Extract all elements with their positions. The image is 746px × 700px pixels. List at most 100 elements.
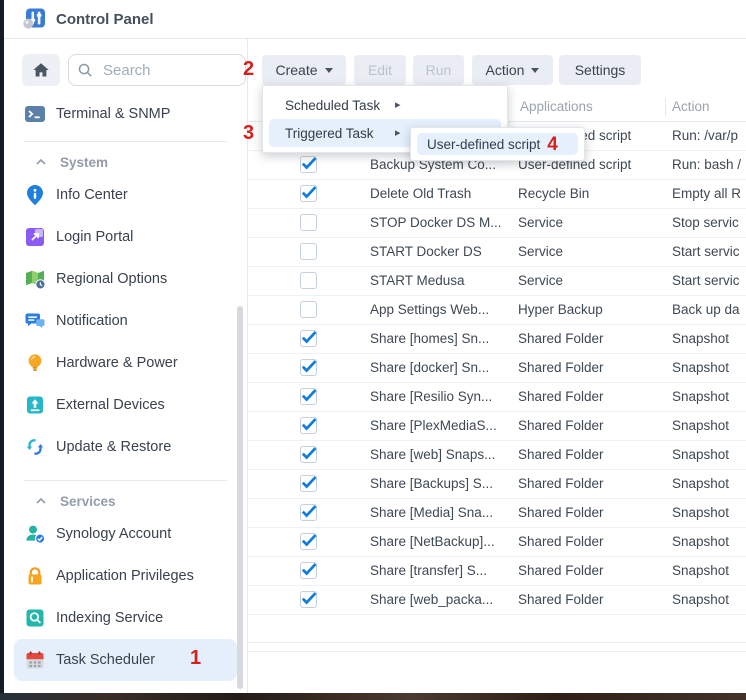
sidebar-item-task-scheduler[interactable]: Task Scheduler (14, 639, 237, 681)
run-button[interactable]: Run (413, 55, 464, 85)
table-row[interactable]: Share [Media] Sna...Shared FolderSnapsho… (248, 499, 746, 528)
table-row[interactable]: Share [web_packa...Shared FolderSnapshot (248, 586, 746, 615)
hardware-power-icon (24, 352, 46, 374)
action-button[interactable]: Action (472, 55, 553, 85)
check-icon (300, 415, 318, 433)
action-cell: Snapshot (672, 563, 729, 578)
desktop-edge-bottom (0, 693, 746, 700)
row-checkbox[interactable] (300, 330, 317, 347)
action-cell: Snapshot (672, 476, 729, 491)
create-button[interactable]: Create (262, 55, 346, 85)
row-checkbox[interactable] (300, 504, 317, 521)
search-box[interactable] (68, 54, 246, 86)
row-checkbox[interactable] (300, 359, 317, 376)
home-button[interactable] (22, 54, 60, 86)
sidebar-divider (24, 480, 227, 481)
table-row[interactable]: Share [NetBackup]...Shared FolderSnapsho… (248, 528, 746, 557)
table-row[interactable]: Share [Backups] S...Shared FolderSnapsho… (248, 470, 746, 499)
control-panel-icon (22, 7, 46, 31)
sidebar-scrollbar[interactable] (237, 306, 243, 689)
sidebar-item-login-portal[interactable]: Login Portal (14, 216, 237, 258)
row-checkbox[interactable] (300, 533, 317, 550)
check-icon (300, 386, 318, 404)
task-name-cell: Share [docker] Sn... (370, 360, 489, 375)
task-name-cell: START Medusa (370, 273, 465, 288)
row-checkbox[interactable] (300, 388, 317, 405)
table-row[interactable]: STOP Docker DS M...ServiceStop servic (248, 209, 746, 238)
table-row[interactable]: START Docker DSServiceStart servic (248, 238, 746, 267)
application-cell: Service (518, 244, 563, 259)
table-row[interactable]: Share [transfer] S...Shared FolderSnapsh… (248, 557, 746, 586)
table-row[interactable]: START MedusaServiceStart servic (248, 267, 746, 296)
row-checkbox[interactable] (300, 446, 317, 463)
application-cell: Service (518, 273, 563, 288)
sidebar-item-update-restore[interactable]: Update & Restore (14, 426, 237, 468)
menu-item-scheduled-task[interactable]: Scheduled Task▸ (269, 91, 501, 119)
task-name-cell: App Settings Web... (370, 302, 489, 317)
table-row[interactable]: Share [homes] Sn...Shared FolderSnapshot (248, 325, 746, 354)
task-name-cell: STOP Docker DS M... (370, 215, 502, 230)
application-cell: Shared Folder (518, 447, 604, 462)
action-cell: Stop servic (672, 215, 739, 230)
search-input[interactable] (101, 61, 225, 80)
application-cell: Shared Folder (518, 476, 604, 491)
application-cell: Shared Folder (518, 592, 604, 607)
row-checkbox[interactable] (300, 185, 317, 202)
row-checkbox[interactable] (300, 156, 317, 173)
check-icon (300, 560, 318, 578)
table-row[interactable]: Delete Old TrashRecycle BinEmpty all R (248, 180, 746, 209)
sidebar-item-label: Application Privileges (56, 568, 194, 584)
sidebar-item-terminal-snmp[interactable]: Terminal & SNMP (4, 99, 247, 129)
sidebar-item-regional-options[interactable]: Regional Options (14, 258, 237, 300)
table-row[interactable]: App Settings Web...Hyper BackupBack up d… (248, 296, 746, 325)
sidebar-item-notification[interactable]: Notification (14, 300, 237, 342)
check-icon (300, 328, 318, 346)
sidebar-item-label: Hardware & Power (56, 355, 178, 371)
section-header-services[interactable]: Services (4, 489, 247, 513)
row-checkbox[interactable] (300, 301, 317, 318)
settings-button[interactable]: Settings (559, 55, 641, 85)
sidebar-item-label: Task Scheduler (56, 652, 155, 668)
sidebar-item-hardware-power[interactable]: Hardware & Power (14, 342, 237, 384)
menu-item-user-defined-script[interactable]: User-defined script4 (417, 133, 578, 155)
row-checkbox[interactable] (300, 243, 317, 260)
annotation-2: 2 (243, 59, 254, 79)
table-row[interactable]: Share [web] Snaps...Shared FolderSnapsho… (248, 441, 746, 470)
table-row[interactable]: Share [PlexMediaS...Shared FolderSnapsho… (248, 412, 746, 441)
section-label: System (60, 155, 108, 170)
update-restore-icon (24, 436, 46, 458)
application-cell: Shared Folder (518, 505, 604, 520)
edit-button[interactable]: Edit (354, 55, 406, 85)
action-cell: Snapshot (672, 447, 729, 462)
row-checkbox[interactable] (300, 475, 317, 492)
task-name-cell: Share [homes] Sn... (370, 331, 489, 346)
column-header-applications[interactable]: Applications (520, 99, 593, 114)
task-table-body: User-defined scriptRun: /var/pBackup Sys… (248, 122, 746, 615)
row-checkbox[interactable] (300, 562, 317, 579)
row-checkbox[interactable] (300, 272, 317, 289)
task-scheduler-icon (24, 649, 46, 671)
menu-item-label: Triggered Task (285, 126, 374, 141)
notification-icon (24, 310, 46, 332)
sidebar-divider (24, 141, 227, 142)
row-checkbox[interactable] (300, 417, 317, 434)
sidebar-item-indexing-service[interactable]: Indexing Service (14, 597, 237, 639)
action-cell: Snapshot (672, 331, 729, 346)
table-row[interactable]: Share [Resilio Syn...Shared FolderSnapsh… (248, 383, 746, 412)
sidebar-item-info-center[interactable]: Info Center (14, 174, 237, 216)
sidebar-item-synology-account[interactable]: Synology Account (14, 513, 237, 555)
column-header-action[interactable]: Action (672, 99, 710, 114)
terminal-icon (24, 103, 46, 125)
sidebar-item-application-privileges[interactable]: Application Privileges (14, 555, 237, 597)
table-row[interactable]: Share [docker] Sn...Shared FolderSnapsho… (248, 354, 746, 383)
check-icon (300, 357, 318, 375)
submenu-arrow-icon: ▸ (395, 98, 401, 111)
row-checkbox[interactable] (300, 591, 317, 608)
section-header-system[interactable]: System (4, 150, 247, 174)
home-icon (31, 60, 51, 80)
sidebar-item-external-devices[interactable]: External Devices (14, 384, 237, 426)
sidebar-item-label: Synology Account (56, 526, 171, 542)
regional-options-icon (24, 268, 46, 290)
check-icon (300, 589, 318, 607)
row-checkbox[interactable] (300, 214, 317, 231)
